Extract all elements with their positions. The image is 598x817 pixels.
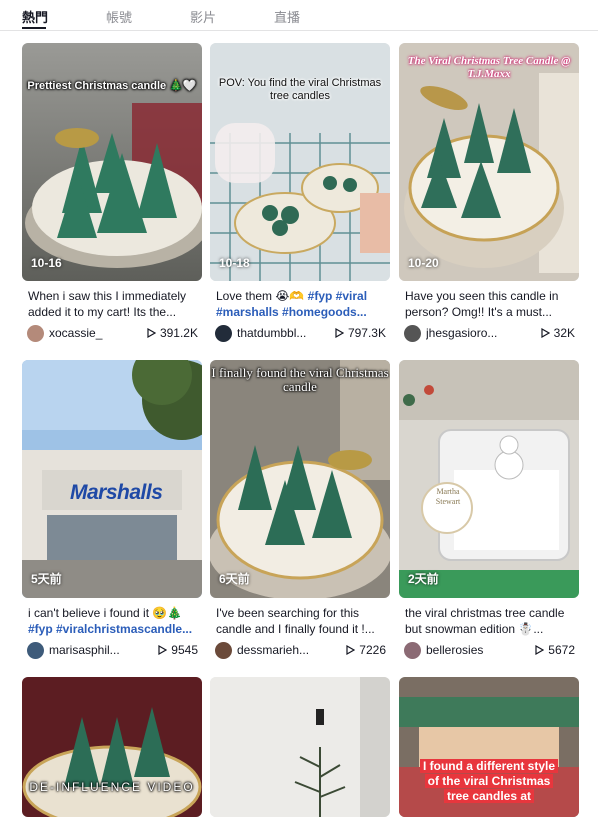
date-badge: 10-16 bbox=[31, 256, 62, 270]
video-description[interactable]: I've been searching for this candle and … bbox=[210, 605, 390, 637]
desc-text: i can't believe i found it 🥹🎄 bbox=[28, 606, 183, 620]
video-description[interactable]: the viral christmas tree candle but snow… bbox=[399, 605, 579, 637]
play-icon bbox=[335, 328, 344, 338]
play-icon bbox=[541, 328, 550, 338]
view-count: 5672 bbox=[548, 643, 575, 657]
video-thumbnail[interactable]: Prettiest Christmas candle 🎄🤍 10-16 bbox=[22, 43, 202, 281]
overlay-caption: POV: You find the viral Christmas tree c… bbox=[218, 77, 382, 102]
avatar[interactable] bbox=[215, 641, 232, 659]
username[interactable]: dessmarieh... bbox=[237, 643, 346, 657]
avatar[interactable] bbox=[27, 324, 44, 342]
overlay-caption: I found a different style of the viral C… bbox=[419, 759, 559, 804]
date-badge: 5天前 bbox=[31, 572, 62, 586]
tab-accounts[interactable]: 帳號 bbox=[106, 7, 132, 26]
storefront-sign: Marshalls bbox=[70, 481, 163, 504]
video-description[interactable]: i can't believe i found it 🥹🎄 #fyp #vira… bbox=[22, 605, 202, 637]
avatar[interactable] bbox=[404, 641, 421, 659]
play-icon bbox=[535, 645, 545, 655]
play-icon bbox=[158, 645, 168, 655]
video-description[interactable]: Love them 😭🫶 #fyp #viral #marshalls #hom… bbox=[210, 288, 390, 320]
view-count: 32K bbox=[553, 326, 575, 340]
view-count: 9545 bbox=[171, 643, 198, 657]
play-icon bbox=[147, 328, 156, 338]
username[interactable]: xocassie_ bbox=[49, 326, 147, 340]
username[interactable]: bellerosies bbox=[426, 643, 535, 657]
video-thumbnail[interactable]: The Viral Christmas Tree Candle @ T.J.Ma… bbox=[399, 43, 579, 281]
video-thumbnail[interactable]: Marshalls 5天前 bbox=[22, 360, 202, 598]
video-thumbnail[interactable]: DE-INFLUENCE VIDEO bbox=[22, 677, 202, 817]
overlay-caption: Prettiest Christmas candle 🎄🤍 bbox=[27, 80, 197, 92]
video-description[interactable]: Have you seen this candle in person? Omg… bbox=[399, 288, 579, 320]
tab-live[interactable]: 直播 bbox=[274, 7, 300, 26]
video-thumbnail[interactable]: I found a different style of the viral C… bbox=[399, 677, 579, 817]
video-card[interactable]: The Viral Christmas Tree Candle @ T.J.Ma… bbox=[399, 43, 579, 342]
username[interactable]: marisasphil... bbox=[49, 643, 158, 657]
jar-label: Martha Stewart bbox=[435, 487, 461, 506]
video-card[interactable]: I found a different style of the viral C… bbox=[399, 677, 579, 817]
video-thumbnail[interactable]: POV: You find the viral Christmas tree c… bbox=[210, 43, 390, 281]
video-card[interactable]: POV: You find the viral Christmas tree c… bbox=[210, 43, 390, 342]
avatar[interactable] bbox=[27, 641, 44, 659]
date-badge: 10-18 bbox=[219, 256, 250, 270]
video-thumbnail[interactable] bbox=[210, 677, 390, 817]
video-card[interactable]: Prettiest Christmas candle 🎄🤍 10-16 When… bbox=[22, 43, 202, 342]
play-icon bbox=[346, 645, 356, 655]
tab-bar: 熱門 帳號 影片 直播 bbox=[0, 0, 598, 31]
overlay-caption: The Viral Christmas Tree Candle @ T.J.Ma… bbox=[407, 55, 571, 80]
avatar[interactable] bbox=[215, 324, 232, 342]
video-description[interactable]: When i saw this I immediately added it t… bbox=[22, 288, 202, 320]
username[interactable]: thatdumbbl... bbox=[237, 326, 335, 340]
video-thumbnail[interactable]: Martha Stewart 2天前 bbox=[399, 360, 579, 598]
date-badge: 10-20 bbox=[408, 256, 439, 270]
view-count: 7226 bbox=[359, 643, 386, 657]
video-card[interactable]: I finally found the viral Christmas cand… bbox=[210, 360, 390, 659]
tab-popular[interactable]: 熱門 bbox=[22, 7, 48, 26]
tab-videos[interactable]: 影片 bbox=[190, 7, 216, 26]
view-count: 797.3K bbox=[347, 326, 386, 340]
video-card[interactable]: DE-INFLUENCE VIDEO bbox=[22, 677, 202, 817]
date-badge: 2天前 bbox=[408, 572, 439, 586]
username[interactable]: jhesgasioro... bbox=[426, 326, 541, 340]
overlay-caption: DE-INFLUENCE VIDEO bbox=[29, 780, 195, 794]
overlay-caption: I finally found the viral Christmas cand… bbox=[211, 365, 389, 394]
hashtags[interactable]: #fyp #viralchristmascandle... bbox=[28, 622, 192, 636]
video-card[interactable]: Marshalls 5天前 i can't believe i found it… bbox=[22, 360, 202, 659]
video-card[interactable] bbox=[210, 677, 390, 817]
date-badge: 6天前 bbox=[219, 572, 250, 586]
video-card[interactable]: Martha Stewart 2天前 the viral christmas t… bbox=[399, 360, 579, 659]
video-thumbnail[interactable]: I finally found the viral Christmas cand… bbox=[210, 360, 390, 598]
avatar[interactable] bbox=[404, 324, 421, 342]
active-tab-indicator bbox=[22, 27, 46, 29]
desc-text: Love them 😭🫶 bbox=[216, 289, 308, 303]
view-count: 391.2K bbox=[159, 326, 198, 340]
